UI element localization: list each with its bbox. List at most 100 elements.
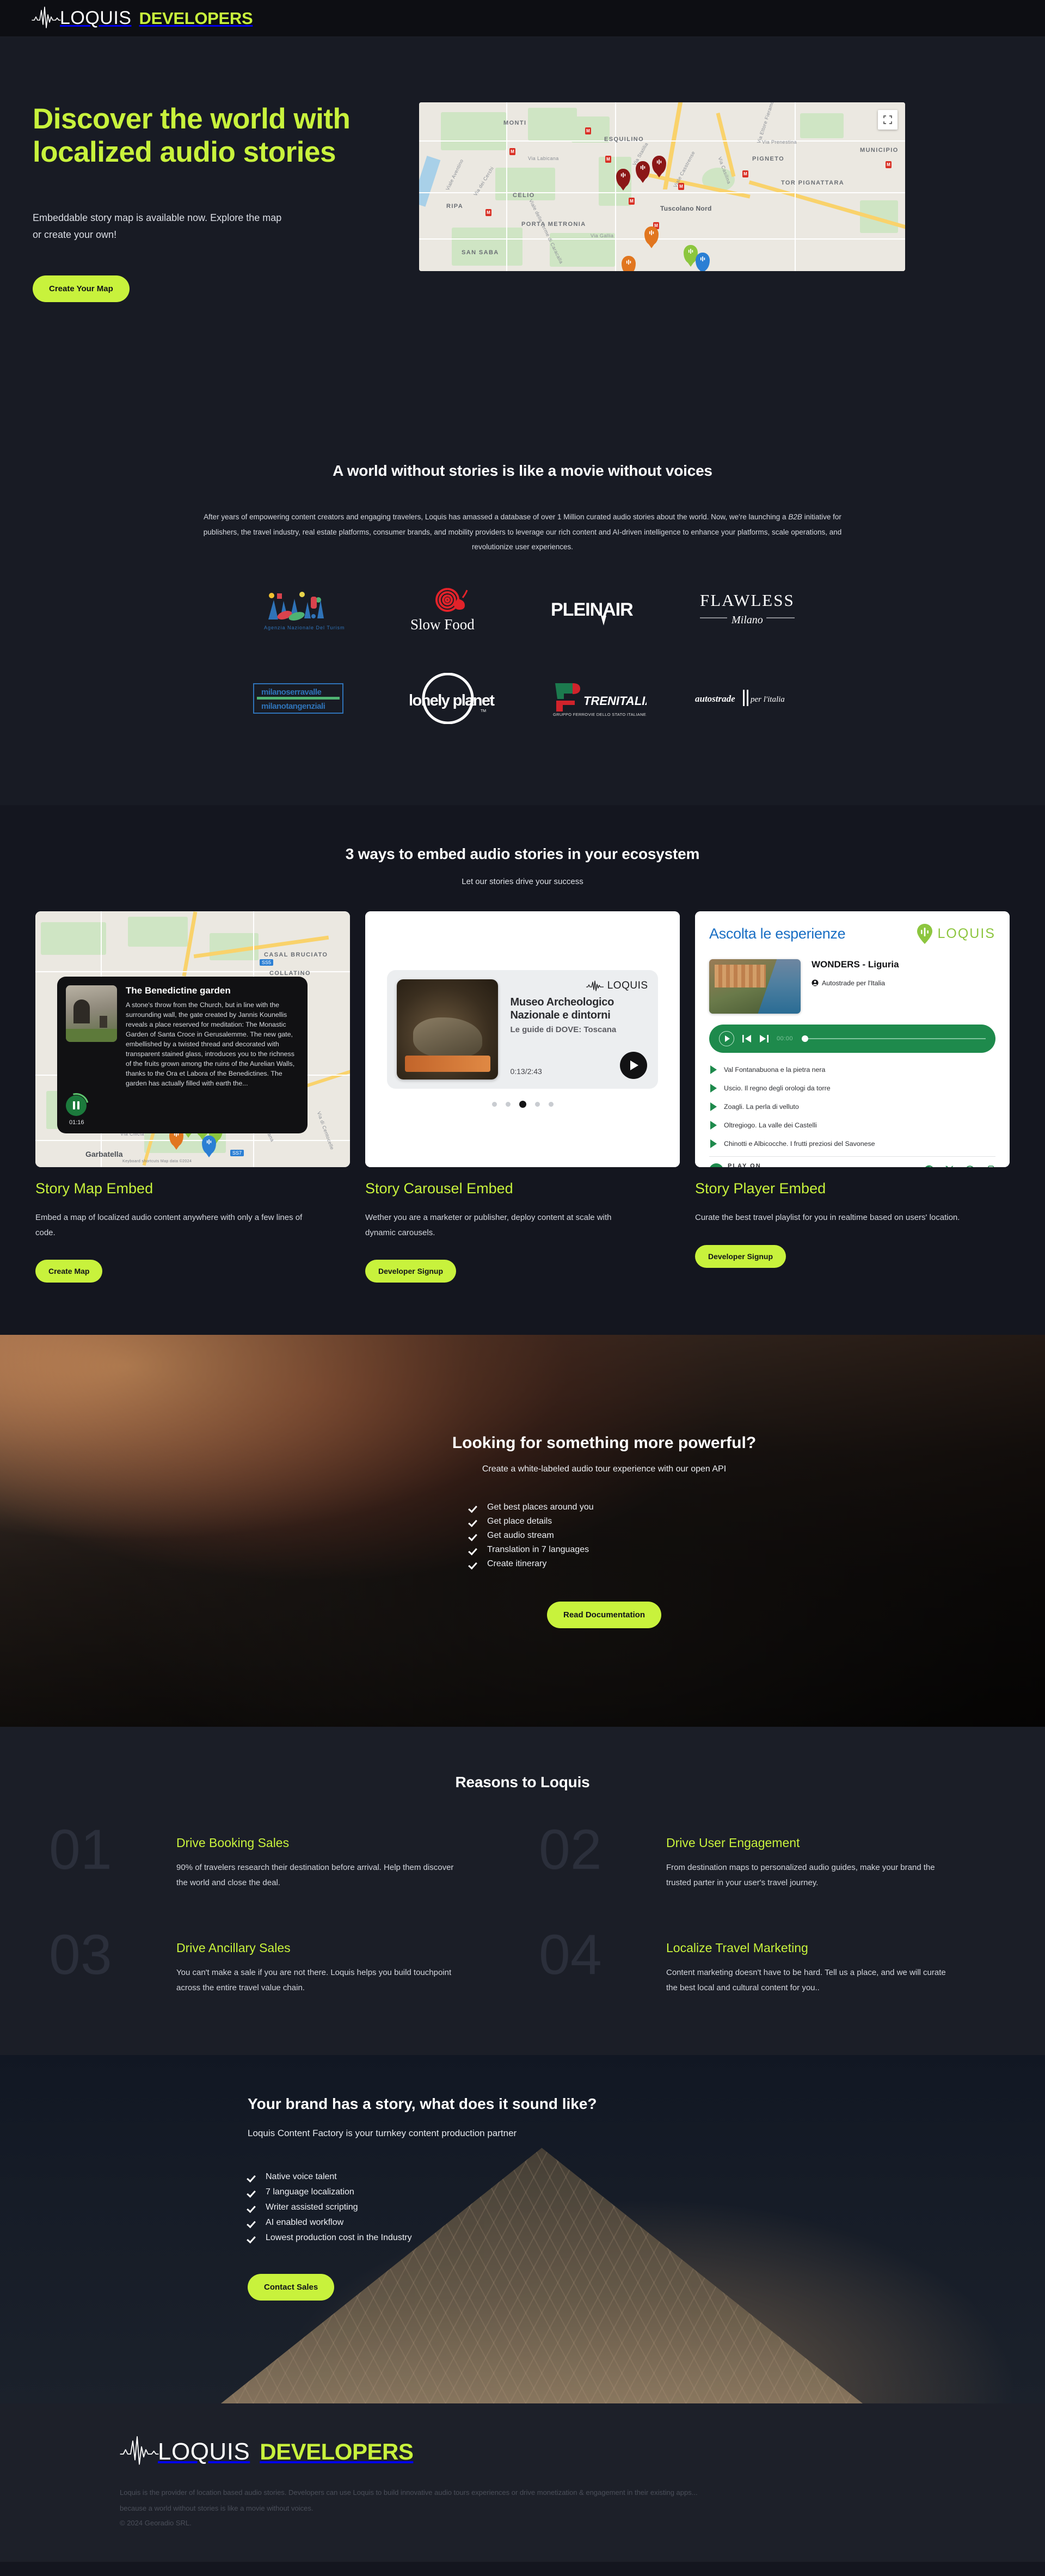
reason-number: 02	[538, 1818, 602, 1882]
api-feature-item: Get best places around you	[469, 1500, 806, 1514]
carousel-dot[interactable]	[534, 1102, 540, 1107]
developer-signup-button[interactable]: Developer Signup	[695, 1244, 786, 1268]
pause-icon[interactable]	[59, 1088, 94, 1123]
player-elapsed: 00:00	[777, 1035, 794, 1042]
whatsapp-icon[interactable]	[964, 1165, 975, 1167]
map-label: Tuscolano Nord	[660, 205, 712, 212]
hero-map-frame[interactable]: MONTI ESQUILINO MUNICIPIO PIGNETO TOR PI…	[419, 102, 905, 271]
playlist-item[interactable]: Oltregiogo. La valle dei Castelli	[709, 1116, 995, 1134]
footer-logo[interactable]: LOQUIS DEVELOPERS	[120, 2435, 931, 2469]
check-icon	[248, 2219, 257, 2227]
check-icon	[248, 2234, 257, 2242]
embed-card-title: Story Player Embed	[695, 1180, 826, 1197]
facebook-icon[interactable]	[924, 1165, 935, 1167]
play-icon[interactable]	[710, 1120, 717, 1130]
content-factory-feature-item: Writer assisted scripting	[248, 2200, 1010, 2215]
story-map-preview[interactable]: CASAL BRUCIATO COLLATINO APPIO LATINO CA…	[35, 911, 350, 1167]
playlist-item-label: Val Fontanabuona e la pietra nera	[724, 1065, 826, 1074]
story-popup-title: The Benedictine garden	[126, 985, 231, 996]
story-pin[interactable]	[696, 253, 710, 271]
site-logo[interactable]: LOQUIS DEVELOPERS	[32, 6, 253, 31]
carousel-brand-text: LOQUIS	[607, 980, 648, 992]
playlist-item[interactable]: Val Fontanabuona e la pietra nera	[709, 1060, 995, 1079]
svg-text:milanoserravalle: milanoserravalle	[261, 688, 322, 697]
footer-logo-text-developers: DEVELOPERS	[260, 2439, 414, 2465]
play-on-loquis-badge[interactable]: PLAY ON LOQUIS	[709, 1163, 761, 1167]
loquis-waveform-icon	[120, 2436, 159, 2465]
stories-heading: A world without stories is like a movie …	[333, 462, 712, 479]
playlist-item[interactable]: Uscio. Il regno degli orologi da torre	[709, 1079, 995, 1097]
person-icon	[812, 979, 819, 986]
play-icon[interactable]	[710, 1139, 717, 1148]
play-icon[interactable]	[710, 1065, 717, 1074]
carousel-dot[interactable]	[491, 1102, 497, 1107]
story-player-preview[interactable]: Ascolta le esperienze LOQUIS WONDERS - L…	[695, 911, 1010, 1167]
story-pin[interactable]	[652, 156, 666, 174]
map-street-label: Via Ettore Fieramosca	[755, 102, 778, 144]
svg-text:Slow Food: Slow Food	[410, 616, 475, 633]
carousel-item-time: 0:13/2:43	[510, 1067, 542, 1076]
copy-link-icon[interactable]	[985, 1165, 995, 1167]
play-icon[interactable]	[719, 1031, 734, 1046]
story-pin[interactable]	[644, 226, 659, 245]
map-street-label: Via Labicana	[528, 156, 559, 161]
playlist-item-label: Uscio. Il regno degli orologi da torre	[724, 1084, 831, 1092]
metro-station-icon: M	[742, 170, 748, 177]
carousel-dot-active[interactable]	[519, 1101, 526, 1108]
fullscreen-icon[interactable]	[878, 110, 898, 130]
map-label: MUNICIPIO	[860, 147, 899, 154]
player-brand-text: LOQUIS	[937, 926, 995, 942]
play-icon[interactable]	[710, 1083, 717, 1093]
embed-card-description: Wether you are a marketer or publisher, …	[365, 1212, 612, 1237]
x-twitter-icon[interactable]	[944, 1165, 955, 1167]
play-icon[interactable]	[619, 1052, 647, 1080]
stories-paragraph: After years of empowering content creato…	[201, 510, 844, 555]
embed-card-description: Curate the best travel playlist for you …	[695, 1212, 960, 1222]
create-map-button[interactable]: Create Map	[35, 1260, 103, 1283]
embed-card-description: Embed a map of localized audio content a…	[35, 1212, 303, 1237]
story-carousel-preview[interactable]: LOQUIS Museo Archeologico Nazionale e di…	[365, 911, 680, 1167]
playlist-item[interactable]: Zoagli. La perla di velluto	[709, 1097, 995, 1116]
carousel-thumbnail	[397, 979, 499, 1080]
map-street-label: Viale Aventino	[445, 158, 465, 192]
create-your-map-button[interactable]: Create Your Map	[33, 275, 130, 302]
story-pin[interactable]	[622, 256, 636, 271]
route-shield: SS5	[260, 959, 274, 966]
check-icon	[469, 1532, 478, 1540]
carousel-dot[interactable]	[505, 1102, 511, 1107]
story-pin[interactable]	[636, 161, 650, 180]
site-header: LOQUIS DEVELOPERS	[0, 0, 1045, 37]
hero-map-preview[interactable]: MONTI ESQUILINO MUNICIPIO PIGNETO TOR PI…	[419, 102, 905, 271]
partner-logo-grid: Agenzia Nazionale Del Turismo Slow Food …	[223, 585, 822, 772]
reason-item: 04 Localize Travel Marketing Content mar…	[538, 1926, 996, 1996]
svg-text:TRENITALIA: TRENITALIA	[583, 694, 647, 708]
playlist-item[interactable]: Chinotti e Albicocche. I frutti preziosi…	[709, 1134, 995, 1153]
metro-station-icon: M	[585, 127, 591, 134]
story-popup-card[interactable]: The Benedictine garden A stone's throw f…	[57, 976, 308, 1133]
carousel-item-title: Museo Archeologico Nazionale e dintorni	[510, 996, 614, 1021]
next-track-icon[interactable]	[759, 1034, 769, 1043]
loquis-waveform-icon	[586, 980, 604, 992]
embed-card-title: Story Carousel Embed	[365, 1180, 513, 1197]
hero-title: Discover the world with localized audio …	[33, 103, 351, 169]
read-documentation-button[interactable]: Read Documentation	[546, 1601, 661, 1628]
developer-signup-button[interactable]: Developer Signup	[365, 1260, 457, 1283]
svg-text:TM: TM	[481, 709, 486, 713]
previous-track-icon[interactable]	[742, 1034, 752, 1043]
hero-map-canvas[interactable]: MONTI ESQUILINO MUNICIPIO PIGNETO TOR PI…	[419, 102, 905, 271]
api-feature-label: Translation in 7 languages	[487, 1544, 589, 1554]
carousel-dot[interactable]	[548, 1102, 554, 1107]
footer-description: Loquis is the provider of location based…	[120, 2488, 698, 2513]
play-icon[interactable]	[710, 1102, 717, 1111]
player-author-name: Autostrade per l'Italia	[822, 979, 886, 987]
carousel-dots[interactable]	[491, 1101, 554, 1108]
player-transport-bar[interactable]: 00:00	[709, 1024, 995, 1053]
carousel-item[interactable]: LOQUIS Museo Archeologico Nazionale e di…	[387, 970, 658, 1089]
contact-sales-button[interactable]: Contact Sales	[248, 2274, 335, 2301]
reason-text: From destination maps to personalized au…	[666, 1863, 935, 1888]
carousel-brand-logo: LOQUIS	[510, 980, 648, 992]
player-progress-slider[interactable]	[802, 1035, 986, 1042]
player-thumbnail	[709, 959, 801, 1014]
check-icon	[248, 2173, 257, 2181]
content-factory-heading: Your brand has a story, what does it sou…	[248, 2095, 597, 2113]
